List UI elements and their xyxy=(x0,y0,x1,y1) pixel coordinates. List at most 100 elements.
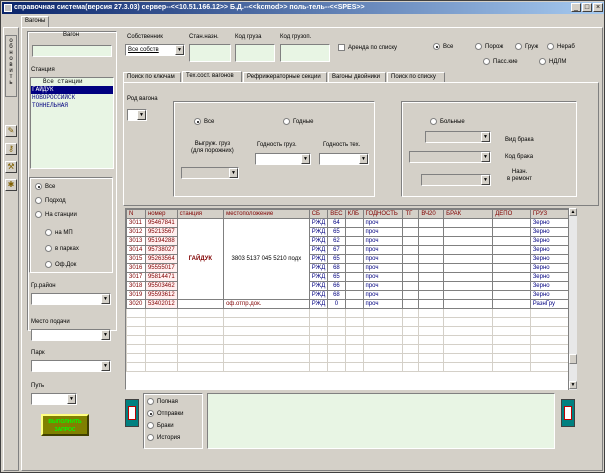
suitability-cell: проч xyxy=(362,218,404,228)
defect-kind-select[interactable]: ▼ xyxy=(425,131,491,143)
chevron-down-icon[interactable]: ▼ xyxy=(359,154,368,164)
export-right-icon[interactable] xyxy=(561,399,575,427)
chevron-down-icon[interactable]: ▼ xyxy=(481,132,490,142)
wagon-type-radio[interactable]: Порож xyxy=(475,43,503,51)
track-select[interactable]: ▼ xyxy=(31,393,77,405)
maximize-button[interactable]: □ xyxy=(582,3,592,12)
wagon-number: 95467841 xyxy=(144,218,178,228)
cargo-code-input[interactable] xyxy=(235,44,275,62)
owner-select[interactable]: Все собств ▼ xyxy=(125,44,185,56)
chevron-down-icon[interactable]: ▼ xyxy=(67,394,76,404)
details-textarea[interactable] xyxy=(207,393,555,449)
unload-cargo-select[interactable]: ▼ xyxy=(181,167,239,179)
tg-cell xyxy=(402,290,420,300)
suitability-all-radio[interactable]: Все xyxy=(194,118,214,126)
weight-cell: 62 xyxy=(327,236,346,246)
bulb-icon[interactable]: ✱ xyxy=(5,179,17,191)
close-button[interactable]: × xyxy=(593,3,603,12)
defect-code-select[interactable]: ▼ xyxy=(409,151,491,163)
minimize-button[interactable]: _ xyxy=(571,3,581,12)
location-radio[interactable]: Подход xyxy=(35,197,66,205)
cargo-shipper-input[interactable] xyxy=(280,44,330,62)
dest-station-input[interactable] xyxy=(189,44,231,62)
execute-button[interactable]: ВЫПОЛНИТЬ ЗАПРОС xyxy=(41,414,89,436)
wagon-type-radio[interactable]: Нераб xyxy=(547,43,575,51)
table-row[interactable]: 3011 95467841 ГАЙДУК 3803 5137 045 5210 под… xyxy=(126,218,576,300)
station-list-item[interactable]: Все станции xyxy=(31,78,113,86)
column-header[interactable]: номер xyxy=(144,209,178,219)
wagon-input[interactable] xyxy=(32,45,112,57)
pencil-icon[interactable]: ✎ xyxy=(5,125,17,137)
chevron-down-icon[interactable]: ▼ xyxy=(481,152,490,162)
radio-icon xyxy=(483,58,490,65)
mode-radio[interactable]: Отправки xyxy=(147,410,184,418)
wagon-type-radio[interactable]: Пасс.кие xyxy=(483,58,518,66)
mode-radio[interactable]: Браки xyxy=(147,422,174,430)
wagon-type-radio[interactable]: Груж xyxy=(515,43,538,51)
key-icon[interactable]: ⚷ xyxy=(5,143,17,155)
chevron-down-icon[interactable]: ▼ xyxy=(137,110,146,120)
scroll-thumb[interactable] xyxy=(569,354,577,364)
mode-radio[interactable]: История xyxy=(147,434,180,442)
chevron-down-icon[interactable]: ▼ xyxy=(101,330,110,340)
park-select[interactable]: ▼ xyxy=(31,360,111,372)
scroll-down-icon[interactable]: ▼ xyxy=(569,381,577,389)
suitability-cargo-select[interactable]: ▼ xyxy=(255,153,311,165)
column-header[interactable]: станция xyxy=(176,209,225,219)
location-radio[interactable]: на МП xyxy=(45,229,73,237)
location-radio[interactable]: На станции xyxy=(35,211,77,219)
column-header[interactable]: КЛБ xyxy=(344,209,364,219)
column-header[interactable]: ТГ xyxy=(402,209,420,219)
scroll-up-icon[interactable]: ▲ xyxy=(569,208,577,216)
column-header[interactable]: ГОДНОСТЬ xyxy=(362,209,404,219)
chevron-down-icon[interactable]: ▼ xyxy=(101,294,110,304)
data-grid[interactable]: Nномер станция местоположение СБ ВЕС КЛБ ГОДНО… xyxy=(125,208,577,390)
title-bar[interactable]: справочная система(версия 27.3.03) серве… xyxy=(2,2,604,14)
supply-place-select[interactable]: ▼ xyxy=(31,329,111,341)
location-radio[interactable]: Оф.Док xyxy=(45,261,76,269)
chevron-down-icon[interactable]: ▼ xyxy=(175,45,184,55)
column-header[interactable]: ВЕС xyxy=(327,209,346,219)
column-header[interactable]: местоположение xyxy=(223,209,310,219)
row-number: 3012 xyxy=(126,227,146,237)
suitability-cell: проч xyxy=(362,254,404,264)
station-list-item[interactable]: НОВОРОССИЙСК xyxy=(31,94,113,102)
gr-district-select[interactable]: ▼ xyxy=(31,293,111,305)
export-left-icon[interactable] xyxy=(125,399,139,427)
app-icon xyxy=(4,4,12,12)
wagon-type-radio[interactable]: Все xyxy=(433,43,453,51)
tool-icon[interactable]: ⚒ xyxy=(5,161,17,173)
suitability-tech-select[interactable]: ▼ xyxy=(319,153,369,165)
weight-cell: 67 xyxy=(327,245,346,255)
vch20-cell xyxy=(418,245,445,255)
column-header[interactable]: N xyxy=(126,209,146,219)
checkbox-icon xyxy=(338,44,345,51)
station-list-item[interactable]: ТОННЕЛЬНАЯ xyxy=(31,102,113,110)
lease-checkbox[interactable]: Аренда по списку xyxy=(338,44,397,52)
repair-assign-select[interactable]: ▼ xyxy=(421,174,491,186)
column-header[interactable]: ДЕПО xyxy=(492,209,531,219)
wagon-kind-select[interactable]: ▼ xyxy=(127,109,147,121)
chevron-down-icon[interactable]: ▼ xyxy=(481,175,490,185)
row-number: 3013 xyxy=(126,236,146,246)
column-header[interactable]: ВЧ20 xyxy=(418,209,445,219)
wagon-type-radio[interactable]: НДЛМ xyxy=(539,58,566,66)
location-radio[interactable]: Все xyxy=(35,183,55,191)
chevron-down-icon[interactable]: ▼ xyxy=(301,154,310,164)
depot-cell xyxy=(492,254,531,264)
column-header[interactable]: СБ xyxy=(308,209,329,219)
depot-cell xyxy=(492,290,531,300)
sick-radio[interactable]: Больные xyxy=(430,118,465,126)
station-list[interactable]: Все станции ГАЙДУК НОВОРОССИЙСК ТОННЕЛЬНАЯ xyxy=(30,77,114,169)
grid-scrollbar[interactable]: ▲ ▼ xyxy=(568,208,577,390)
mode-radio[interactable]: Полная xyxy=(147,398,178,406)
chevron-down-icon[interactable]: ▼ xyxy=(101,361,110,371)
chevron-down-icon[interactable]: ▼ xyxy=(229,168,238,178)
suitable-radio[interactable]: Годные xyxy=(283,118,314,126)
location-radio[interactable]: в парках xyxy=(45,245,79,253)
table-row[interactable]: 3020 53402012 оф.отпр.док. РЖД 0 проч РазнГру xyxy=(126,299,576,309)
weight-cell: 66 xyxy=(327,281,346,291)
column-header[interactable]: БРАК xyxy=(443,209,494,219)
station-list-item[interactable]: ГАЙДУК xyxy=(31,86,113,94)
wagon-number: 95738027 xyxy=(144,245,178,255)
